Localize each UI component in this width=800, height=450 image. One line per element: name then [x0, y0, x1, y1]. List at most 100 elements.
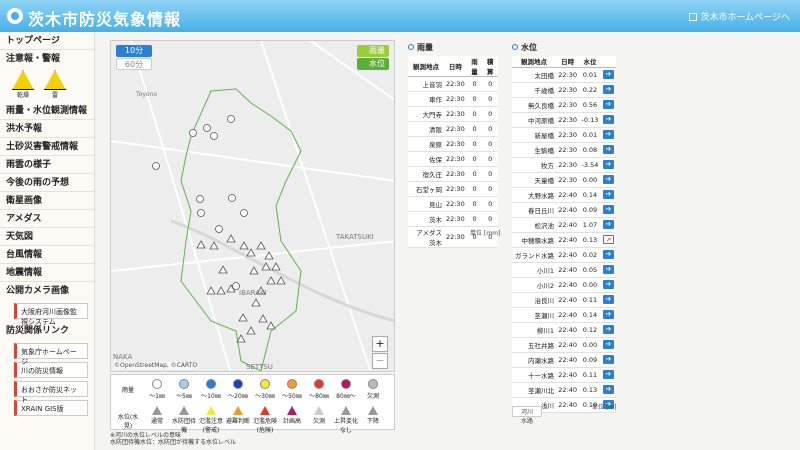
- camera-system-link[interactable]: 大阪府河川画像監視システム: [14, 303, 88, 326]
- water-time: 22:30: [556, 67, 580, 83]
- nav-rain-forecast[interactable]: 今後の雨の予想: [0, 174, 94, 192]
- nav-links[interactable]: 防災関係リンク: [0, 322, 94, 340]
- detail-arrow-icon[interactable]: ➔: [602, 115, 614, 124]
- legend-water-item: 上昇変化なし: [334, 406, 358, 434]
- rain-station-marker[interactable]: [189, 129, 197, 137]
- thunder-warning-icon[interactable]: 雷: [44, 70, 66, 99]
- layer-rain-button[interactable]: 雨量: [357, 45, 389, 57]
- nav-warnings[interactable]: 注意報・警報: [0, 50, 94, 68]
- zoom-in-button[interactable]: +: [372, 336, 388, 352]
- water-row: ガランド水路 22:40 0.02 ➔: [512, 247, 616, 263]
- detail-arrow-icon[interactable]: ➔: [602, 280, 614, 289]
- rising-arrow-icon[interactable]: ↗: [602, 235, 614, 244]
- nav-rain-water[interactable]: 雨量・水位観測情報: [0, 102, 94, 120]
- dry-warning-icon[interactable]: 乾燥: [12, 70, 34, 99]
- detail-arrow-icon[interactable]: ➔: [602, 295, 614, 304]
- legend-water-item: 氾濫注意(警戒): [199, 406, 223, 434]
- legend-rain-text: 80㎜〜: [336, 393, 356, 400]
- detail-arrow-icon[interactable]: ➔: [602, 160, 614, 169]
- rain-station: 大門寺: [408, 106, 444, 122]
- rain-station-marker[interactable]: [196, 195, 204, 203]
- legend-water-triangle-icon: [341, 406, 351, 415]
- nav-weather-map[interactable]: 天気図: [0, 228, 94, 246]
- nav-camera[interactable]: 公開カメラ画像: [0, 282, 94, 300]
- legend-water-text: 下降: [366, 418, 379, 425]
- rain-row: 泉原 22:30 0 0: [408, 136, 498, 152]
- nav-flood-forecast[interactable]: 洪水予報: [0, 120, 94, 138]
- water-station: 中河原橋: [512, 112, 557, 128]
- water-value: 0.01: [579, 127, 601, 143]
- rain-station-marker[interactable]: [203, 124, 211, 132]
- nav-top[interactable]: トップページ: [0, 32, 94, 50]
- zoom-out-button[interactable]: −: [372, 353, 388, 369]
- legend-water-text: 氾濫危険(危険): [253, 418, 278, 434]
- rain-station-marker[interactable]: [215, 225, 223, 233]
- detail-arrow-icon[interactable]: ➔: [602, 190, 614, 199]
- interval-10min-button[interactable]: 10分: [116, 45, 152, 57]
- water-time: 22:30: [556, 112, 580, 128]
- rain-station-marker[interactable]: [240, 209, 248, 217]
- water-time: 22:40: [556, 217, 580, 233]
- nav-satellite[interactable]: 衛星画像: [0, 192, 94, 210]
- homepage-link[interactable]: 茨木市ホームページへ: [689, 10, 790, 23]
- detail-arrow-icon[interactable]: ➔: [602, 325, 614, 334]
- detail-arrow-icon[interactable]: ➔: [602, 370, 614, 379]
- sidebar: トップページ 注意報・警報 乾燥 雷 雨量・水位観測情報 洪水予報 土砂災害警戒…: [0, 32, 95, 450]
- detail-arrow-icon[interactable]: ➔: [602, 100, 614, 109]
- legend-rain-text: 〜50㎜: [282, 393, 302, 400]
- water-legend-channel: 水路: [520, 418, 533, 425]
- interval-60min-button[interactable]: 60分: [116, 58, 152, 70]
- rain-row: 清阪 22:30 0 0: [408, 121, 498, 137]
- water-value: 1.07: [579, 217, 601, 233]
- water-station: 五社井路: [512, 337, 557, 353]
- water-time: 22:40: [556, 292, 580, 308]
- water-time: 22:40: [556, 397, 580, 413]
- legend-water-triangle-icon: [179, 406, 189, 415]
- rain-station-marker[interactable]: [210, 132, 218, 140]
- rain-station-marker[interactable]: [228, 194, 236, 202]
- water-station: 小川2: [512, 277, 557, 293]
- rain-time: 22:30: [443, 136, 467, 152]
- legend-water-item: 水防団待機: [172, 406, 196, 434]
- detail-arrow-icon[interactable]: ➔: [602, 175, 614, 184]
- rain-station-marker[interactable]: [227, 115, 235, 123]
- rain-station-marker[interactable]: [197, 209, 205, 217]
- rain-unit: 単位 [mm]: [470, 230, 501, 237]
- nav-landslide[interactable]: 土砂災害警戒情報: [0, 138, 94, 156]
- nav-earthquake[interactable]: 地震情報: [0, 264, 94, 282]
- nav-amedas[interactable]: アメダス: [0, 210, 94, 228]
- rain-station: 清阪: [408, 121, 444, 137]
- water-row: 大野水路 22:40 0.14 ➔: [512, 187, 616, 203]
- link-jma[interactable]: 気象庁ホームページ: [14, 343, 88, 366]
- legend-rain-item: 〜10㎜: [199, 379, 223, 400]
- water-col-station: 観測地点: [512, 56, 557, 68]
- nav-typhoon[interactable]: 台風情報: [0, 246, 94, 264]
- detail-arrow-icon[interactable]: ➔: [602, 310, 614, 319]
- legend-rain-row: 雨量 〜1㎜ 〜5㎜ 〜10㎜ 〜20㎜ 〜30㎜ 〜50㎜ 〜80㎜ 80㎜〜 欠測: [111, 377, 396, 403]
- layer-water-button[interactable]: 水位: [357, 58, 389, 70]
- link-osaka-bousai[interactable]: おおさか防災ネット: [14, 381, 88, 404]
- detail-arrow-icon[interactable]: ➔: [602, 85, 614, 94]
- legend-water-triangle-icon: [368, 406, 378, 415]
- detail-arrow-icon[interactable]: ➔: [602, 220, 614, 229]
- detail-arrow-icon[interactable]: ➔: [602, 205, 614, 214]
- detail-arrow-icon[interactable]: ➔: [602, 70, 614, 79]
- water-time: 22:40: [556, 262, 580, 278]
- detail-arrow-icon[interactable]: ➔: [602, 355, 614, 364]
- detail-arrow-icon[interactable]: ➔: [602, 130, 614, 139]
- nav-rain-clouds[interactable]: 雨雲の様子: [0, 156, 94, 174]
- detail-arrow-icon[interactable]: ➔: [602, 385, 614, 394]
- rain-station: アメダス茨木: [408, 226, 444, 248]
- legend-water-triangle-icon: [152, 406, 162, 415]
- rain-total: 0: [482, 211, 498, 227]
- rain-value: 0: [466, 121, 483, 137]
- map-view[interactable]: Toyono TAKATSUKI IBARAKI SETTSU NAKA 10分…: [110, 40, 395, 372]
- water-value: 0.11: [579, 367, 601, 383]
- detail-arrow-icon[interactable]: ➔: [602, 145, 614, 154]
- detail-arrow-icon[interactable]: ➔: [602, 340, 614, 349]
- page-title: 茨木市防災気象情報: [28, 10, 182, 29]
- rain-station-marker[interactable]: [152, 162, 160, 170]
- detail-arrow-icon[interactable]: ➔: [602, 250, 614, 259]
- detail-arrow-icon[interactable]: ➔: [602, 265, 614, 274]
- rain-value: 0: [466, 151, 483, 167]
